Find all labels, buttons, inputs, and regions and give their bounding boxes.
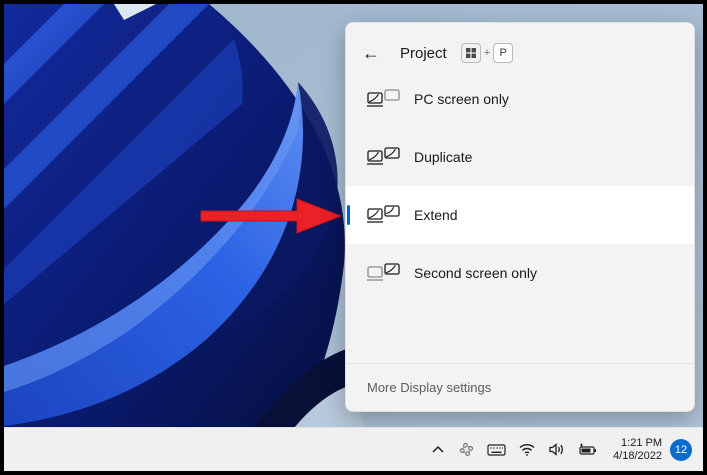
touch-keyboard-icon[interactable] xyxy=(481,428,512,471)
windows-key-icon xyxy=(460,43,481,63)
desktop: ← Project + P PC screen only Duplicate E… xyxy=(4,4,703,471)
notification-badge[interactable]: 12 xyxy=(670,438,692,461)
option-label: PC screen only xyxy=(414,91,509,107)
option-label: Duplicate xyxy=(414,149,473,165)
red-arrow-annotation xyxy=(200,198,343,234)
option-second-screen-only[interactable]: Second screen only xyxy=(346,244,694,302)
option-label: Extend xyxy=(414,207,458,223)
panel-footer: More Display settings xyxy=(346,363,694,411)
option-duplicate[interactable]: Duplicate xyxy=(346,128,694,186)
screenshot-frame: ← Project + P PC screen only Duplicate E… xyxy=(0,0,707,475)
project-flyout-panel: ← Project + P PC screen only Duplicate E… xyxy=(345,22,695,412)
volume-icon[interactable] xyxy=(542,428,571,471)
project-options-list: PC screen only Duplicate Extend Second s… xyxy=(346,70,694,302)
shortcut-plus: + xyxy=(483,47,491,59)
p-key: P xyxy=(493,43,514,63)
taskbar-clock[interactable]: 1:21 PM 4/18/2022 xyxy=(603,437,670,463)
option-label: Second screen only xyxy=(414,265,537,281)
system-tray: 1:21 PM 4/18/2022 12 xyxy=(424,428,703,471)
option-pc-screen-only[interactable]: PC screen only xyxy=(346,70,694,128)
more-display-settings-link[interactable]: More Display settings xyxy=(367,380,491,395)
slack-flower-icon[interactable] xyxy=(452,428,481,471)
option-extend[interactable]: Extend xyxy=(346,186,694,244)
keyboard-shortcut-hint: + P xyxy=(460,43,514,63)
pc-screen-only-icon xyxy=(367,89,400,107)
back-button[interactable]: ← xyxy=(362,43,390,64)
panel-title: Project xyxy=(400,44,447,62)
taskbar: 1:21 PM 4/18/2022 12 xyxy=(4,427,703,471)
chevron-up-icon[interactable] xyxy=(424,428,452,471)
extend-icon xyxy=(367,205,400,223)
wifi-icon[interactable] xyxy=(512,428,542,471)
second-screen-only-icon xyxy=(367,263,400,281)
panel-header: ← Project + P xyxy=(346,31,694,75)
duplicate-icon xyxy=(367,147,400,165)
clock-time: 1:21 PM xyxy=(621,436,662,449)
selection-accent-bar xyxy=(347,205,350,225)
clock-date: 4/18/2022 xyxy=(613,449,662,462)
battery-charging-icon[interactable] xyxy=(571,428,603,471)
